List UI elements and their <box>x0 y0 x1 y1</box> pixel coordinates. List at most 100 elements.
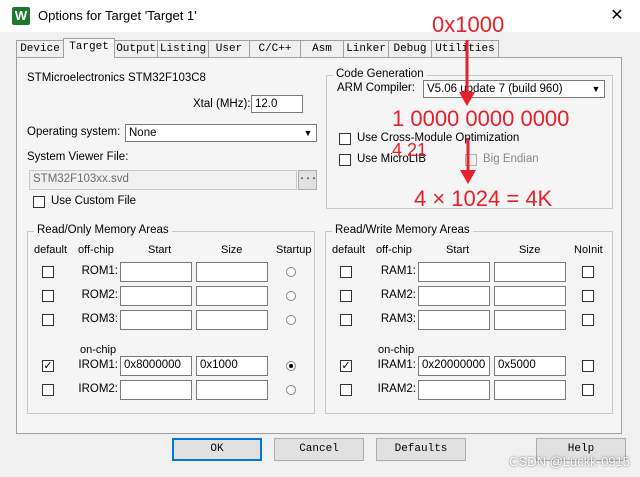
ram-onchip-label: on-chip <box>378 344 415 356</box>
chevron-down-icon: ▼ <box>303 128 313 138</box>
rom-startup-header: Startup <box>276 244 312 256</box>
ram-default-checkbox[interactable] <box>340 384 352 396</box>
tab-user[interactable]: User <box>208 40 250 57</box>
tab-device[interactable]: Device <box>16 40 64 57</box>
big-endian-label: Big Endian <box>483 153 539 165</box>
rom-start-input[interactable] <box>120 262 192 282</box>
device-name: STMicroelectronics STM32F103C8 <box>27 72 206 84</box>
xtal-label: Xtal (MHz): <box>193 98 251 110</box>
ram-start-input[interactable] <box>418 310 490 330</box>
rom-size-header: Size <box>221 244 243 256</box>
ram-size-input[interactable] <box>494 380 566 400</box>
ram-start-header: Start <box>446 244 470 256</box>
ram-size-input[interactable] <box>494 286 566 306</box>
rom-row-label: ROM2: <box>81 289 118 301</box>
rom-startup-radio[interactable] <box>286 385 296 395</box>
rom-size-input[interactable] <box>196 310 268 330</box>
compiler-value: V5.06 update 7 (build 960) <box>427 83 563 95</box>
rom-startup-radio[interactable] <box>286 315 296 325</box>
tab-debug[interactable]: Debug <box>388 40 432 57</box>
cross-module-checkbox[interactable] <box>339 133 351 145</box>
custom-file-checkbox[interactable] <box>33 196 45 208</box>
ram-size-input[interactable] <box>494 262 566 282</box>
os-select[interactable]: None ▼ <box>125 124 317 142</box>
rom-size-input[interactable]: 0x1000 <box>196 356 268 376</box>
tab-c-c-[interactable]: C/C++ <box>249 40 301 57</box>
ram-size-header: Size <box>519 244 541 256</box>
annotation-hex: 0x1000 <box>432 12 505 37</box>
custom-file-label: Use Custom File <box>51 195 136 207</box>
defaults-button[interactable]: Defaults <box>376 438 466 461</box>
chevron-down-icon: ▼ <box>591 84 601 94</box>
rom-size-input[interactable] <box>196 262 268 282</box>
rom-size-input[interactable] <box>196 380 268 400</box>
os-value: None <box>129 127 157 139</box>
rom-start-input[interactable]: 0x8000000 <box>120 356 192 376</box>
tab-strip: Device Target Output Listing User C/C++ Asm Lin… <box>16 38 528 58</box>
xtal-input[interactable]: 12.0 <box>251 95 303 113</box>
ram-size-input[interactable] <box>494 310 566 330</box>
rom-group: Read/Only Memory Areas default off-chip … <box>27 224 315 414</box>
annotation-arrow-down-2-icon <box>460 138 476 184</box>
ram-noinit-checkbox[interactable] <box>582 360 594 372</box>
ram-default-checkbox[interactable] <box>340 314 352 326</box>
tab-target[interactable]: Target <box>63 38 115 58</box>
rom-startup-radio[interactable] <box>286 291 296 301</box>
rom-default-checkbox[interactable] <box>42 266 54 278</box>
rom-default-checkbox[interactable] <box>42 314 54 326</box>
rom-row-label: IROM2: <box>78 383 118 395</box>
window-title: Options for Target 'Target 1' <box>38 8 197 23</box>
ram-start-input[interactable]: 0x20000000 <box>418 356 490 376</box>
annotation-binary: 1 0000 0000 0000 <box>392 106 570 131</box>
rom-start-input[interactable] <box>120 286 192 306</box>
ram-row-label: RAM3: <box>380 313 416 325</box>
ram-row-label: IRAM1: <box>377 359 416 371</box>
tab-output[interactable]: Output <box>114 40 158 57</box>
tab-asm[interactable]: Asm <box>300 40 344 57</box>
ram-noinit-checkbox[interactable] <box>582 290 594 302</box>
rom-size-input[interactable] <box>196 286 268 306</box>
ok-button[interactable]: OK <box>172 438 262 461</box>
ram-default-checkbox[interactable] <box>340 290 352 302</box>
ram-default-checkbox[interactable] <box>340 266 352 278</box>
microlib-checkbox[interactable] <box>339 154 351 166</box>
rom-row-label: IROM1: <box>78 359 118 371</box>
rom-default-checkbox[interactable] <box>42 384 54 396</box>
ram-start-input[interactable] <box>418 286 490 306</box>
ram-noinit-checkbox[interactable] <box>582 314 594 326</box>
rom-default-checkbox[interactable]: ✓ <box>42 360 54 372</box>
title-bar: W Options for Target 'Target 1' ✕ <box>0 0 640 32</box>
rom-start-input[interactable] <box>120 380 192 400</box>
svd-browse-button[interactable]: ... <box>298 170 317 190</box>
cancel-button[interactable]: Cancel <box>274 438 364 461</box>
ram-noinit-checkbox[interactable] <box>582 266 594 278</box>
cross-module-label: Use Cross-Module Optimization <box>357 132 520 144</box>
svd-input[interactable]: STM32F103xx.svd <box>29 170 297 190</box>
ram-start-input[interactable] <box>418 380 490 400</box>
ram-size-input[interactable]: 0x5000 <box>494 356 566 376</box>
ram-noinit-header: NoInit <box>574 244 603 256</box>
ram-row-label: RAM2: <box>380 289 416 301</box>
ram-default-checkbox[interactable]: ✓ <box>340 360 352 372</box>
ram-default-header: default <box>332 244 366 256</box>
rom-start-input[interactable] <box>120 310 192 330</box>
annotation-exponent: 4 21 <box>392 140 428 160</box>
annotation-calc: 4 × 1024 = 4K <box>414 186 553 211</box>
ram-group: Read/Write Memory Areas default off-chip… <box>325 224 613 414</box>
rom-default-checkbox[interactable] <box>42 290 54 302</box>
svd-label: System Viewer File: <box>27 151 129 163</box>
tab-listing[interactable]: Listing <box>157 40 209 57</box>
ram-row-label: RAM1: <box>380 265 416 277</box>
rom-offchip-header: off-chip <box>78 244 114 256</box>
compiler-label: ARM Compiler: <box>337 82 415 94</box>
compiler-select[interactable]: V5.06 update 7 (build 960) ▼ <box>423 80 605 98</box>
ram-noinit-checkbox[interactable] <box>582 384 594 396</box>
ram-start-input[interactable] <box>418 262 490 282</box>
code-generation-title: Code Generation <box>333 68 427 80</box>
rom-startup-radio[interactable] <box>286 267 296 277</box>
rom-startup-radio[interactable] <box>286 361 296 371</box>
rom-title: Read/Only Memory Areas <box>34 224 172 236</box>
close-icon[interactable]: ✕ <box>602 4 632 28</box>
tab-linker[interactable]: Linker <box>343 40 389 57</box>
watermark: CSDN @Luckk-0915 <box>509 454 630 469</box>
